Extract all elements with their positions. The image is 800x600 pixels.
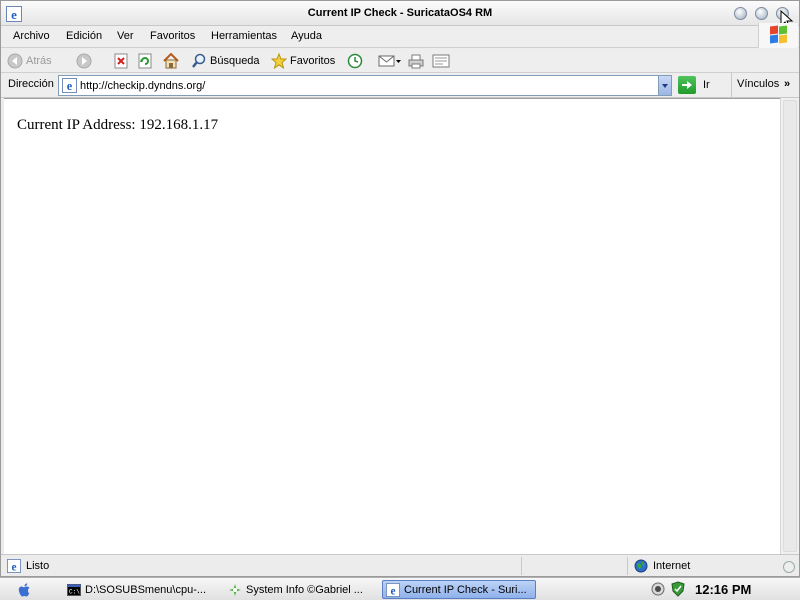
menu-favoritos[interactable]: Favoritos bbox=[150, 30, 195, 42]
menu-bar: Archivo Edición Ver Favoritos Herramient… bbox=[1, 26, 799, 48]
console-icon: C:\ bbox=[67, 583, 81, 596]
scrollbar-thumb[interactable] bbox=[783, 100, 797, 552]
ie-page-icon: e bbox=[62, 78, 77, 93]
apple-menu-icon[interactable] bbox=[18, 582, 32, 598]
address-bar: Dirección e http://checkip.dyndns.org/ I… bbox=[1, 73, 799, 98]
mail-button[interactable] bbox=[378, 52, 402, 70]
network-icon[interactable] bbox=[650, 581, 666, 597]
security-shield-icon[interactable] bbox=[670, 581, 686, 597]
home-icon bbox=[163, 52, 179, 69]
address-input[interactable]: e http://checkip.dyndns.org/ bbox=[58, 75, 672, 96]
back-label: Atrás bbox=[26, 55, 52, 67]
globe-icon bbox=[634, 559, 648, 573]
menu-ver[interactable]: Ver bbox=[117, 30, 134, 42]
home-button[interactable] bbox=[162, 52, 180, 70]
status-divider bbox=[521, 557, 522, 575]
taskbar: C:\ D:\SOSUBSmenu\cpu-... System Info ©G… bbox=[0, 577, 800, 600]
window-title: Current IP Check - SuricataOS4 RM bbox=[307, 7, 493, 19]
ie-icon: e bbox=[386, 582, 400, 597]
refresh-button[interactable] bbox=[137, 52, 153, 70]
print-button[interactable] bbox=[408, 52, 424, 70]
search-icon bbox=[192, 53, 206, 68]
mail-icon bbox=[378, 55, 401, 67]
favorites-label: Favoritos bbox=[290, 55, 336, 67]
page-content: Current IP Address: 192.168.1.17 bbox=[4, 98, 780, 554]
links-label: Vínculos bbox=[737, 78, 780, 90]
menu-herramientas[interactable]: Herramientas bbox=[211, 30, 277, 42]
task-console[interactable]: C:\ D:\SOSUBSmenu\cpu-... bbox=[64, 580, 214, 599]
links-button[interactable]: Vínculos » bbox=[731, 73, 799, 97]
windows-logo bbox=[758, 23, 798, 48]
history-button[interactable] bbox=[347, 52, 363, 70]
address-dropdown-button[interactable] bbox=[658, 76, 671, 95]
back-button[interactable]: Atrás bbox=[7, 52, 52, 70]
refresh-icon bbox=[138, 53, 152, 69]
edit-page-icon bbox=[432, 54, 450, 68]
address-label: Dirección bbox=[8, 78, 54, 90]
back-arrow-icon bbox=[7, 53, 23, 69]
task-system-info[interactable]: System Info ©Gabriel ... bbox=[225, 580, 375, 599]
svg-text:C:\: C:\ bbox=[69, 588, 80, 595]
ie-status-icon: e bbox=[7, 559, 21, 573]
system-tray bbox=[650, 581, 686, 597]
search-label: Búsqueda bbox=[210, 55, 260, 67]
svg-text:e: e bbox=[390, 585, 395, 597]
maximize-button[interactable] bbox=[755, 7, 768, 20]
task-ip-check[interactable]: e Current IP Check - Suri... bbox=[382, 580, 536, 599]
go-label: Ir bbox=[703, 79, 710, 91]
menu-edicion[interactable]: Edición bbox=[66, 30, 102, 42]
search-button[interactable]: Búsqueda bbox=[191, 52, 260, 70]
history-icon bbox=[347, 53, 363, 69]
svg-text:e: e bbox=[11, 561, 16, 573]
task-label: System Info ©Gabriel ... bbox=[246, 583, 363, 596]
star-icon bbox=[271, 53, 287, 69]
printer-icon bbox=[408, 54, 424, 69]
address-url: http://checkip.dyndns.org/ bbox=[80, 80, 206, 92]
menu-archivo[interactable]: Archivo bbox=[13, 30, 50, 42]
standard-toolbar: Atrás Búsqueda Favoritos bbox=[1, 49, 799, 73]
windows-flag-icon bbox=[770, 25, 788, 44]
vertical-scrollbar[interactable] bbox=[780, 98, 799, 554]
stop-button[interactable] bbox=[113, 52, 129, 70]
minimize-button[interactable] bbox=[734, 7, 747, 20]
svg-text:e: e bbox=[67, 79, 73, 93]
clock: 12:16 PM bbox=[695, 582, 752, 597]
ip-address-text: Current IP Address: 192.168.1.17 bbox=[17, 117, 219, 133]
resize-grip[interactable] bbox=[783, 561, 795, 573]
status-divider bbox=[627, 557, 628, 575]
status-bar: e Listo Internet bbox=[1, 554, 799, 576]
forward-arrow-icon bbox=[76, 53, 92, 69]
menu-ayuda[interactable]: Ayuda bbox=[291, 30, 322, 42]
edit-button[interactable] bbox=[432, 52, 450, 70]
go-arrow-icon bbox=[678, 76, 696, 94]
forward-button[interactable] bbox=[76, 52, 92, 70]
browser-window: e Current IP Check - SuricataOS4 RM Arch… bbox=[0, 0, 800, 577]
security-zone-text: Internet bbox=[653, 560, 691, 572]
system-info-icon bbox=[229, 583, 241, 596]
task-label: Current IP Check - Suri... bbox=[404, 583, 527, 596]
status-text: Listo bbox=[26, 560, 50, 572]
title-bar[interactable]: e Current IP Check - SuricataOS4 RM bbox=[1, 1, 799, 30]
go-button[interactable]: Ir bbox=[678, 76, 710, 94]
task-label: D:\SOSUBSmenu\cpu-... bbox=[85, 583, 207, 596]
favorites-button[interactable]: Favoritos bbox=[271, 52, 335, 70]
chevron-right-icon: » bbox=[784, 78, 790, 90]
stop-icon bbox=[114, 53, 128, 69]
